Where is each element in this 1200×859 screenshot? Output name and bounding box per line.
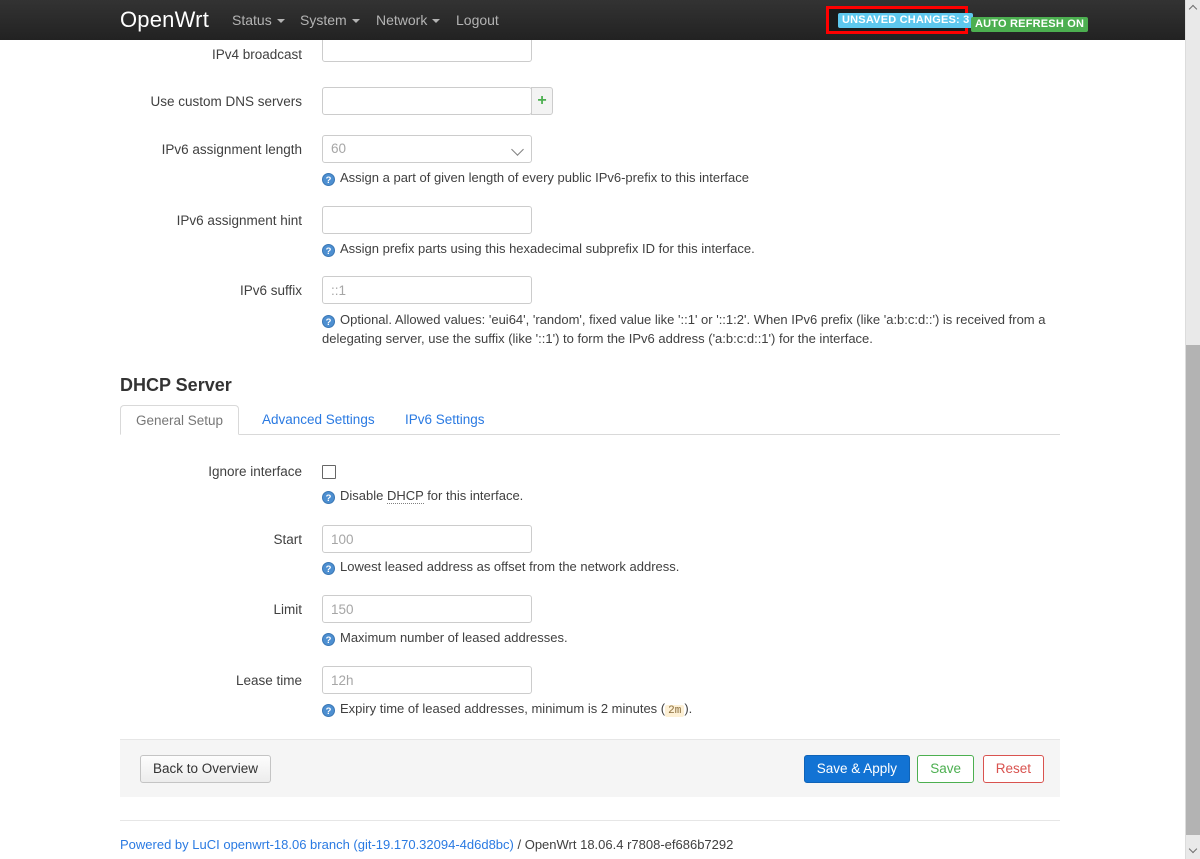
scrollbar-thumb[interactable]	[1186, 345, 1200, 835]
scrollbar-down-arrow[interactable]	[1186, 844, 1200, 859]
tab-ipv6-settings[interactable]: IPv6 Settings	[390, 405, 500, 435]
control-limit	[322, 595, 532, 623]
unsaved-changes-badge[interactable]: UNSAVED CHANGES: 3	[838, 13, 974, 28]
help-text: Assign prefix parts using this hexadecim…	[340, 241, 755, 256]
dhcp-tab-bar: General Setup Advanced Settings IPv6 Set…	[120, 405, 1060, 435]
start-input[interactable]	[322, 525, 532, 553]
tab-advanced-settings[interactable]: Advanced Settings	[247, 405, 390, 435]
ipv6-assignment-length-value: 60	[331, 141, 347, 156]
nav-item-logout[interactable]: Logout	[456, 11, 499, 29]
ignore-interface-checkbox[interactable]	[322, 465, 336, 479]
help-text-after: for this interface.	[423, 488, 524, 503]
nav-item-status[interactable]: Status	[232, 11, 285, 29]
auto-refresh-badge[interactable]: AUTO REFRESH ON	[971, 17, 1089, 32]
help-lease-time: ? Expiry time of leased addresses, minimu…	[322, 699, 692, 721]
help-text-before: Expiry time of leased addresses, minimum…	[340, 701, 666, 716]
nav-item-system[interactable]: System	[300, 11, 360, 29]
help-text: Optional. Allowed values: 'eui64', 'rand…	[322, 312, 1046, 346]
nav-item-label: System	[300, 12, 347, 28]
help-start: ? Lowest leased address as offset from th…	[322, 557, 679, 576]
nav-item-network[interactable]: Network	[376, 11, 441, 29]
page-title-dhcp-server: DHCP Server	[120, 375, 232, 395]
control-custom-dns: +	[322, 87, 553, 115]
help-text: Assign a part of given length of every p…	[340, 170, 749, 185]
label-limit: Limit	[273, 602, 302, 617]
top-navbar: OpenWrt Status System Network Logout UNS…	[0, 0, 1185, 40]
ipv6-suffix-input[interactable]	[322, 276, 532, 304]
add-dns-server-button[interactable]: +	[531, 87, 553, 115]
nav-item-label: Network	[376, 12, 428, 28]
control-ipv6-suffix	[322, 276, 532, 304]
help-code-minimum: 2m	[665, 705, 685, 717]
tab-general-setup[interactable]: General Setup	[120, 405, 240, 435]
help-text-before: Disable	[340, 488, 387, 503]
help-text-after: ).	[684, 701, 693, 716]
chevron-up-icon	[1188, 4, 1198, 14]
help-limit: ? Maximum number of leased addresses.	[322, 628, 568, 647]
save-button[interactable]: Save	[917, 755, 974, 783]
label-start: Start	[273, 532, 302, 547]
luci-version-link[interactable]: Powered by LuCI openwrt-18.06 branch (gi…	[120, 837, 514, 852]
caret-down-icon	[276, 19, 285, 24]
label-ignore-interface: Ignore interface	[208, 464, 302, 479]
control-ignore-interface	[322, 465, 336, 484]
footer-divider	[120, 820, 1060, 821]
save-and-apply-button[interactable]: Save & Apply	[803, 755, 910, 783]
help-question-icon: ?	[322, 704, 335, 717]
label-ipv6-suffix: IPv6 suffix	[239, 283, 302, 298]
help-ipv6-assignment-length: ? Assign a part of given length of every …	[322, 168, 749, 187]
help-question-icon: ?	[322, 244, 335, 257]
control-start	[322, 525, 532, 553]
control-ipv6-assignment-length: 60	[322, 135, 532, 163]
back-to-overview-button[interactable]: Back to Overview	[140, 755, 272, 783]
help-abbr-dhcp: DHCP	[386, 488, 424, 504]
label-ipv6-assignment-hint: IPv6 assignment hint	[176, 213, 302, 228]
label-ipv6-assignment-length: IPv6 assignment length	[161, 142, 302, 157]
brand-logo[interactable]: OpenWrt	[120, 6, 209, 34]
ipv6-assignment-hint-input[interactable]	[322, 206, 532, 234]
help-ignore-interface: ? Disable DHCP for this interface.	[322, 486, 523, 505]
help-question-icon: ?	[322, 315, 335, 328]
nav-item-label: Status	[232, 12, 272, 28]
vertical-scrollbar[interactable]	[1185, 0, 1200, 859]
reset-button[interactable]: Reset	[982, 755, 1044, 783]
help-ipv6-assignment-hint: ? Assign prefix parts using this hexadeci…	[322, 239, 755, 258]
help-question-icon: ?	[322, 173, 335, 186]
ipv6-assignment-length-select[interactable]: 60	[322, 135, 532, 163]
help-question-icon: ?	[322, 491, 335, 504]
label-lease-time: Lease time	[235, 673, 302, 688]
caret-down-icon	[432, 19, 441, 24]
scrollbar-up-arrow[interactable]	[1186, 0, 1200, 15]
lease-time-input[interactable]	[322, 666, 532, 694]
help-question-icon: ?	[322, 633, 335, 646]
limit-input[interactable]	[322, 595, 532, 623]
caret-down-icon	[351, 19, 360, 24]
custom-dns-input[interactable]	[322, 87, 532, 115]
footer: Powered by LuCI openwrt-18.06 branch (gi…	[120, 836, 733, 853]
help-question-icon: ?	[322, 562, 335, 575]
help-text: Maximum number of leased addresses.	[340, 630, 568, 645]
help-ipv6-suffix: ? Optional. Allowed values: 'eui64', 'ran…	[322, 310, 1062, 348]
nav-item-label: Logout	[456, 12, 499, 28]
help-text: Lowest leased address as offset from the…	[340, 559, 680, 574]
form-action-bar: Back to Overview Save & Apply Save Reset	[120, 739, 1060, 797]
control-lease-time	[322, 666, 532, 694]
label-ipv4-broadcast: IPv4 broadcast	[211, 47, 302, 62]
page-root: IPv4 broadcast Use custom DNS servers + …	[0, 0, 1200, 859]
control-ipv6-assignment-hint	[322, 206, 532, 234]
chevron-down-icon	[1188, 844, 1198, 854]
label-custom-dns: Use custom DNS servers	[150, 94, 302, 109]
openwrt-version-text: / OpenWrt 18.06.4 r7808-ef686b7292	[513, 837, 734, 852]
